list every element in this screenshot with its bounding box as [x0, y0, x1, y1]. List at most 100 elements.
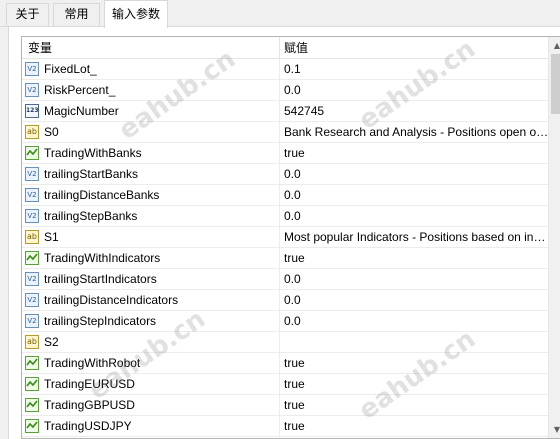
- variable-name: FixedLot_: [44, 62, 97, 76]
- variable-cell: TradingUSDJPY: [22, 416, 280, 436]
- variable-name: trailingStepBanks: [44, 209, 138, 223]
- int-icon: 123: [25, 104, 39, 118]
- variable-cell: TradingGBPUSD: [22, 395, 280, 415]
- variable-cell: V2 RiskPercent_: [22, 80, 280, 100]
- value-cell[interactable]: true: [280, 374, 549, 394]
- value-cell[interactable]: Most popular Indicators - Positions base…: [280, 227, 549, 247]
- variable-cell: V2 trailingStepBanks: [22, 206, 280, 226]
- variable-name: MagicNumber: [44, 104, 119, 118]
- value-cell[interactable]: 0.0: [280, 164, 549, 184]
- table-row[interactable]: 123 MagicNumber 542745: [22, 101, 549, 122]
- double-icon: V2: [25, 272, 39, 286]
- variable-name: S1: [44, 230, 59, 244]
- variable-name: trailingDistanceIndicators: [44, 293, 179, 307]
- value-cell[interactable]: 0.0: [280, 269, 549, 289]
- double-icon: V2: [25, 188, 39, 202]
- tab-strip: 关于 常用 输入参数: [0, 0, 560, 28]
- variable-cell: ab S2: [22, 332, 280, 352]
- double-icon: V2: [25, 167, 39, 181]
- tab-common[interactable]: 常用: [53, 3, 100, 27]
- table-row[interactable]: TradingGBPUSD true: [22, 395, 549, 416]
- table-row[interactable]: V2 RiskPercent_ 0.0: [22, 80, 549, 101]
- variable-name: TradingWithBanks: [44, 146, 142, 160]
- variable-cell: ab S0: [22, 122, 280, 142]
- string-icon: ab: [25, 125, 39, 139]
- variable-cell: TradingWithBanks: [22, 143, 280, 163]
- value-cell[interactable]: 0.0: [280, 80, 549, 100]
- table-row[interactable]: V2 trailingStepBanks 0.0: [22, 206, 549, 227]
- tab-input-parameters[interactable]: 输入参数: [104, 0, 168, 28]
- double-icon: V2: [25, 293, 39, 307]
- value-cell[interactable]: 0.1: [280, 59, 549, 79]
- variable-name: S2: [44, 335, 59, 349]
- value-cell[interactable]: true: [280, 416, 549, 436]
- variable-cell: ab S1: [22, 227, 280, 247]
- table-row[interactable]: TradingWithBanks true: [22, 143, 549, 164]
- variable-cell: TradingEURUSD: [22, 374, 280, 394]
- scroll-thumb[interactable]: [551, 54, 560, 114]
- double-icon: V2: [25, 83, 39, 97]
- value-cell[interactable]: Bank Research and Analysis - Positions o…: [280, 122, 549, 142]
- table-row[interactable]: ab S1 Most popular Indicators - Positions …: [22, 227, 549, 248]
- bool-icon: [25, 146, 39, 160]
- bool-icon: [25, 419, 39, 433]
- variable-name: trailingStartBanks: [44, 167, 139, 181]
- double-icon: V2: [25, 62, 39, 76]
- value-cell[interactable]: 0.0: [280, 290, 549, 310]
- variable-name: trailingStartIndicators: [44, 272, 157, 286]
- column-header-variable[interactable]: 变量: [22, 37, 280, 59]
- variable-cell: TradingWithRobot: [22, 353, 280, 373]
- value-cell[interactable]: 0.0: [280, 311, 549, 331]
- value-cell[interactable]: 0.0: [280, 185, 549, 205]
- variable-cell: 123 MagicNumber: [22, 101, 280, 121]
- table-row[interactable]: TradingUSDJPY true: [22, 416, 549, 437]
- value-cell[interactable]: true: [280, 395, 549, 415]
- bool-icon: [25, 251, 39, 265]
- value-cell[interactable]: true: [280, 248, 549, 268]
- double-icon: V2: [25, 314, 39, 328]
- string-icon: ab: [25, 230, 39, 244]
- value-cell[interactable]: true: [280, 143, 549, 163]
- parameters-grid: 变量 赋值 V2 FixedLot_ 0.1 V2 RiskPercent_ 0.0 123…: [21, 36, 560, 439]
- variable-cell: V2 trailingStepIndicators: [22, 311, 280, 331]
- tab-about[interactable]: 关于: [6, 3, 49, 27]
- table-row[interactable]: TradingEURUSD true: [22, 374, 549, 395]
- value-cell[interactable]: true: [280, 353, 549, 373]
- input-parameters-panel: 变量 赋值 V2 FixedLot_ 0.1 V2 RiskPercent_ 0.0 123…: [8, 27, 560, 439]
- variable-name: trailingDistanceBanks: [44, 188, 160, 202]
- value-cell[interactable]: [280, 332, 549, 352]
- grid-header: 变量 赋值: [22, 37, 549, 59]
- variable-cell: V2 FixedLot_: [22, 59, 280, 79]
- scroll-up-icon[interactable]: ▲: [549, 37, 560, 54]
- bool-icon: [25, 377, 39, 391]
- variable-name: S0: [44, 125, 59, 139]
- variable-name: TradingWithIndicators: [44, 251, 161, 265]
- value-cell[interactable]: 542745: [280, 101, 549, 121]
- bool-icon: [25, 356, 39, 370]
- variable-cell: V2 trailingDistanceIndicators: [22, 290, 280, 310]
- variable-cell: V2 trailingStartIndicators: [22, 269, 280, 289]
- scroll-down-icon[interactable]: ▼: [549, 421, 560, 438]
- column-header-value[interactable]: 赋值: [280, 37, 549, 59]
- table-row[interactable]: V2 FixedLot_ 0.1: [22, 59, 549, 80]
- table-row[interactable]: ab S2: [22, 332, 549, 353]
- table-row[interactable]: V2 trailingStartIndicators 0.0: [22, 269, 549, 290]
- table-row[interactable]: V2 trailingStartBanks 0.0: [22, 164, 549, 185]
- variable-name: RiskPercent_: [44, 83, 116, 97]
- variable-cell: TradingWithIndicators: [22, 248, 280, 268]
- table-row[interactable]: V2 trailingDistanceBanks 0.0: [22, 185, 549, 206]
- table-row[interactable]: TradingWithIndicators true: [22, 248, 549, 269]
- value-cell[interactable]: 0.0: [280, 206, 549, 226]
- double-icon: V2: [25, 209, 39, 223]
- parameter-rows: V2 FixedLot_ 0.1 V2 RiskPercent_ 0.0 123 MagicN…: [22, 59, 549, 437]
- table-row[interactable]: V2 trailingDistanceIndicators 0.0: [22, 290, 549, 311]
- vertical-scrollbar[interactable]: ▲ ▼: [548, 37, 560, 438]
- table-row[interactable]: TradingWithRobot true: [22, 353, 549, 374]
- table-row[interactable]: ab S0 Bank Research and Analysis - Positio…: [22, 122, 549, 143]
- variable-name: TradingEURUSD: [44, 377, 135, 391]
- variable-name: TradingWithRobot: [44, 356, 141, 370]
- table-row[interactable]: V2 trailingStepIndicators 0.0: [22, 311, 549, 332]
- variable-name: TradingUSDJPY: [44, 419, 132, 433]
- variable-cell: V2 trailingStartBanks: [22, 164, 280, 184]
- variable-name: TradingGBPUSD: [44, 398, 135, 412]
